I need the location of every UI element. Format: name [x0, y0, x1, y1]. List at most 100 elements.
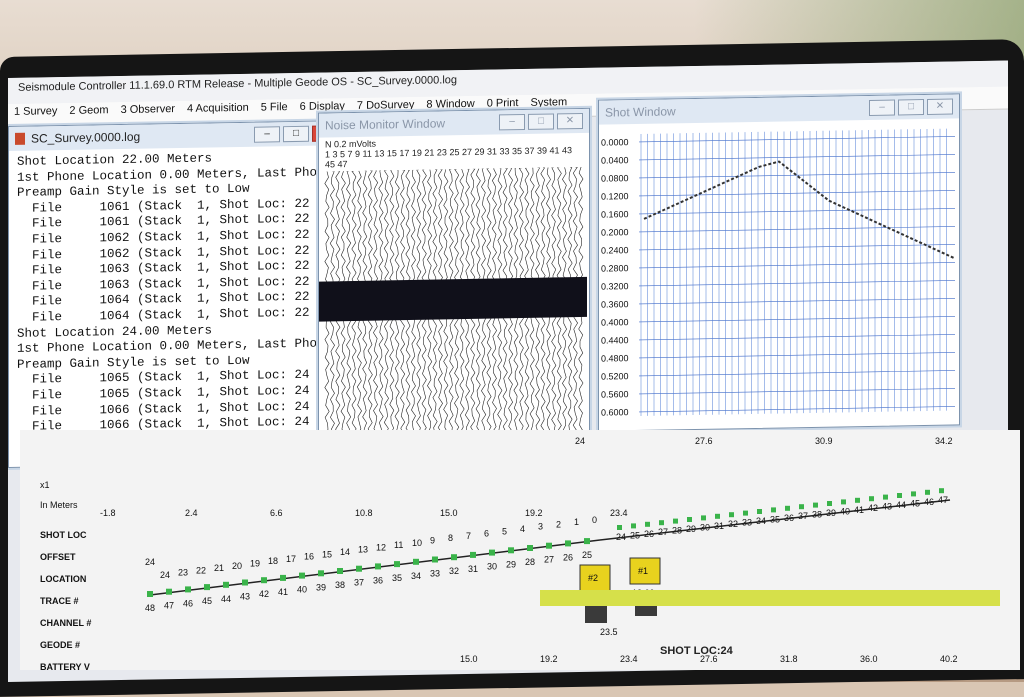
geophone[interactable]	[565, 540, 571, 547]
geophone[interactable]	[318, 570, 324, 577]
shot-y-tick: 0.2000	[601, 227, 629, 237]
maximize-button[interactable]: □	[898, 99, 924, 116]
geophone[interactable]	[470, 551, 476, 558]
ruler-mid-tick: 23.4	[610, 508, 628, 518]
log-file-icon	[15, 132, 25, 145]
maximize-button[interactable]: □	[283, 125, 309, 143]
channel-number: 31	[468, 564, 478, 574]
log-text: Shot Location 22.00 Meters 1st Phone Loca…	[9, 145, 344, 455]
geophone[interactable]	[147, 591, 153, 597]
shot-y-tick: 0.4400	[601, 335, 629, 345]
offset-number: 10	[412, 538, 422, 548]
channel-number: 35	[392, 573, 402, 583]
geophone[interactable]	[827, 501, 832, 506]
row-label: BATTERY V	[40, 662, 90, 670]
row-label: OFFSET	[40, 552, 76, 562]
channel-number: 47	[164, 601, 174, 611]
geophone[interactable]	[337, 568, 343, 574]
geophone[interactable]	[729, 512, 734, 518]
geophone[interactable]	[546, 542, 552, 549]
menu-item[interactable]: 1 Survey	[14, 105, 57, 124]
geophone[interactable]	[413, 558, 419, 565]
shot-y-tick: 0.1200	[601, 191, 629, 201]
offset-number: 13	[358, 545, 368, 555]
offset-number: 18	[268, 556, 278, 566]
ruler-bottom-tick: 36.0	[860, 654, 878, 664]
channel-number: 27	[544, 555, 554, 565]
geophone[interactable]	[841, 499, 846, 505]
shot-window[interactable]: Shot Window – □ ✕ 0.0000 0.0400 0.0800 0.12…	[598, 93, 960, 432]
log-window[interactable]: SC_Survey.0000.log – □ ✕ Shot Location 2…	[8, 120, 345, 468]
geophone[interactable]	[584, 538, 590, 545]
row-label: LOCATION	[40, 574, 86, 584]
channel-number: 28	[525, 557, 535, 567]
geophone[interactable]	[223, 581, 229, 588]
geophone[interactable]	[508, 547, 514, 554]
geophone[interactable]	[911, 491, 916, 497]
geophone[interactable]	[771, 507, 776, 513]
geophone[interactable]	[489, 549, 495, 556]
geophone[interactable]	[687, 517, 692, 522]
menu-item[interactable]: 4 Acquisition	[187, 102, 249, 121]
close-button[interactable]: ✕	[557, 112, 583, 130]
geophone[interactable]	[432, 556, 438, 563]
geophone[interactable]	[925, 489, 930, 495]
geophone[interactable]	[617, 525, 622, 530]
shot-marker: 24	[145, 557, 155, 567]
geophone[interactable]	[527, 545, 533, 551]
geophone[interactable]	[869, 496, 874, 502]
geophone[interactable]	[375, 563, 381, 570]
menu-item[interactable]: 2 Geom	[69, 104, 108, 123]
geophone[interactable]	[631, 523, 636, 529]
upper-trace-number: 36	[784, 513, 794, 523]
channel-number: 38	[335, 580, 345, 590]
minimize-button[interactable]: –	[869, 99, 895, 116]
geophone[interactable]	[715, 513, 720, 519]
geophone[interactable]	[883, 494, 888, 500]
geophone[interactable]	[673, 518, 678, 524]
geophone[interactable]	[185, 586, 191, 593]
geophone[interactable]	[261, 577, 267, 584]
upper-trace-number: 33	[742, 518, 752, 528]
ruler-mid-tick: 10.8	[355, 508, 373, 518]
minimize-button[interactable]: –	[254, 126, 280, 143]
menu-item[interactable]: 5 File	[261, 101, 288, 119]
channel-number: 43	[240, 592, 250, 602]
ruler-top-tick: 34.2	[935, 436, 953, 446]
geophone[interactable]	[939, 488, 944, 494]
ruler-bottom-tick: 23.4	[620, 654, 638, 664]
geophone[interactable]	[242, 579, 248, 586]
offset-number: 14	[340, 547, 350, 557]
upper-trace-number: 38	[812, 510, 822, 520]
minimize-button[interactable]: –	[499, 113, 525, 131]
geophone[interactable]	[757, 509, 762, 514]
geophone[interactable]	[280, 574, 286, 581]
geophone[interactable]	[743, 510, 748, 516]
geophone[interactable]	[813, 502, 818, 508]
upper-trace-number: 45	[910, 498, 920, 508]
geophone[interactable]	[799, 504, 804, 510]
geophone[interactable]	[701, 515, 706, 521]
geophone[interactable]	[204, 584, 210, 591]
geophone[interactable]	[659, 520, 664, 526]
row-label: CHANNEL #	[40, 618, 91, 628]
geophone[interactable]	[897, 493, 902, 498]
noise-band	[319, 276, 587, 322]
geophone[interactable]	[394, 561, 400, 568]
noise-monitor-window[interactable]: Noise Monitor Window – □ ✕ N 0.2 mVolts …	[318, 107, 590, 445]
maximize-button[interactable]: □	[528, 113, 554, 130]
upper-trace-number: 37	[798, 511, 808, 521]
close-button[interactable]: ✕	[927, 98, 953, 115]
geophone[interactable]	[299, 572, 305, 579]
ruler-mid-tick: 6.6	[270, 508, 283, 518]
shot-loc-status: SHOT LOC:24	[660, 645, 733, 657]
geophone[interactable]	[166, 588, 172, 595]
geophone[interactable]	[785, 505, 790, 511]
geophone[interactable]	[645, 521, 650, 527]
shot-y-tick: 0.0800	[601, 173, 629, 183]
geophone[interactable]	[356, 565, 362, 572]
geophone[interactable]	[855, 497, 860, 503]
zoom-select[interactable]: x1	[40, 480, 50, 490]
geophone[interactable]	[451, 554, 457, 561]
menu-item[interactable]: 3 Observer	[121, 103, 175, 122]
